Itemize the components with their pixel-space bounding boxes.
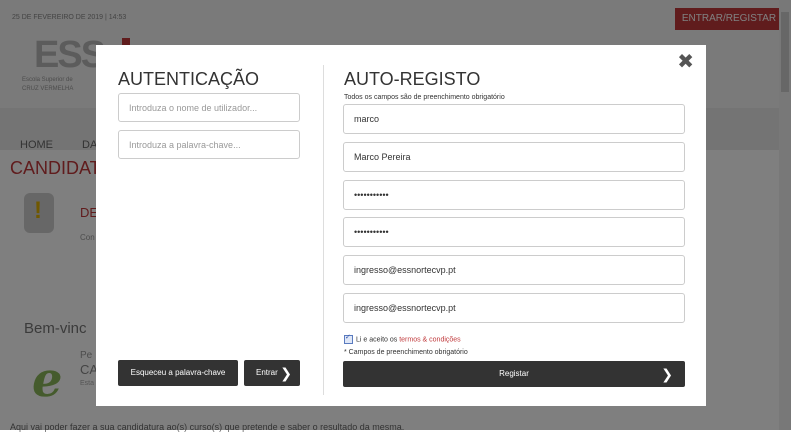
register-password-field[interactable] — [343, 180, 685, 210]
column-divider — [323, 65, 324, 395]
password-input[interactable] — [118, 130, 300, 159]
register-password-confirm-field[interactable] — [343, 217, 685, 247]
login-button[interactable]: Entrar ❯ — [244, 360, 300, 386]
register-email-field[interactable] — [343, 255, 685, 285]
forgot-password-button[interactable]: Esqueceu a palavra-chave — [118, 360, 238, 386]
username-input[interactable] — [118, 93, 300, 122]
login-button-label: Entrar — [256, 368, 278, 377]
register-username-field[interactable] — [343, 104, 685, 134]
terms-row: Li e aceito os termos & condições — [344, 333, 461, 344]
terms-link[interactable]: termos & condições — [399, 336, 460, 343]
auth-title: AUTENTICAÇÃO — [118, 69, 260, 89]
register-button-label: Registar — [499, 369, 529, 378]
register-fullname-field[interactable] — [343, 142, 685, 172]
terms-prefix: Li e aceito os — [356, 336, 400, 344]
register-title: AUTO-REGISTO — [344, 69, 481, 89]
terms-checkbox[interactable] — [344, 333, 353, 344]
register-email-confirm-field[interactable] — [343, 293, 685, 323]
register-button[interactable]: Registar ❯ — [343, 361, 685, 387]
close-icon[interactable]: ✖ — [677, 49, 694, 74]
chevron-right-icon: ❯ — [280, 365, 292, 381]
required-note: Todos os campos são de preenchimento obr… — [344, 94, 505, 101]
auth-modal: ✖ AUTENTICAÇÃO Esqueceu a palavra-chave … — [96, 45, 706, 406]
chevron-right-icon: ❯ — [661, 366, 673, 382]
required-footnote: * Campos de preenchimento obrigatório — [344, 349, 468, 356]
